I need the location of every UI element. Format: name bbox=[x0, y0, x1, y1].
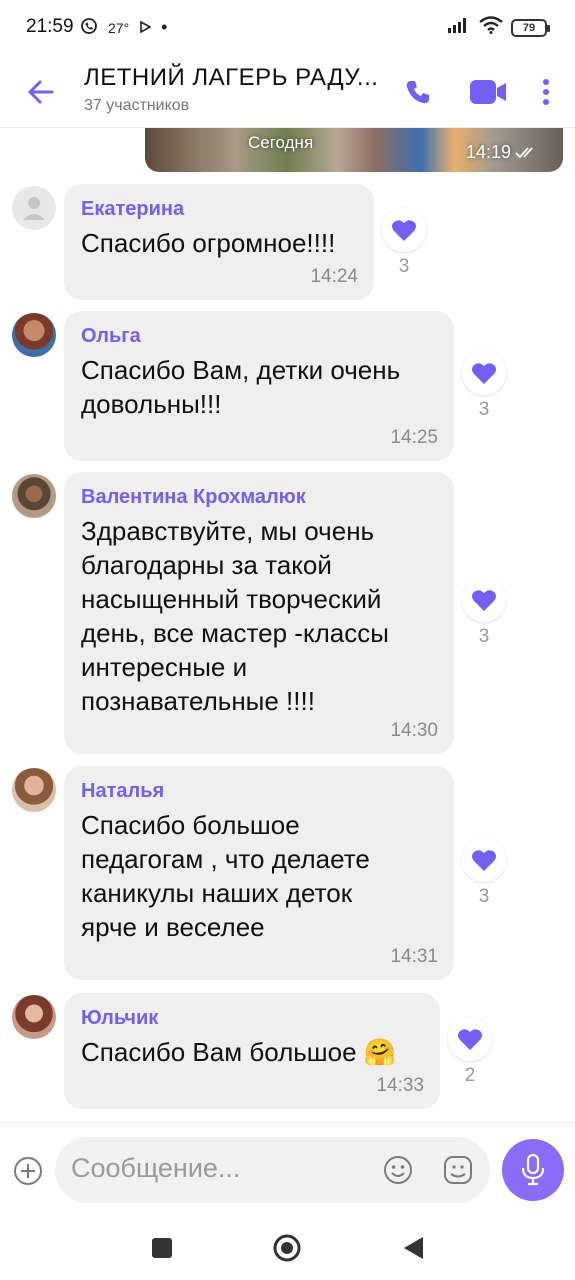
square-icon bbox=[152, 1238, 172, 1258]
message-bubble[interactable]: Валентина Крохмалюк Здравствуйте, мы оче… bbox=[64, 472, 454, 754]
status-time: 21:59 bbox=[26, 16, 74, 37]
message-composer: Сообщение... bbox=[0, 1122, 575, 1218]
more-vertical-icon bbox=[543, 79, 549, 105]
plus-circle-icon bbox=[14, 1157, 42, 1185]
message-time: 14:33 bbox=[376, 1075, 424, 1096]
viber-status-icon bbox=[80, 17, 98, 38]
sticker-icon bbox=[444, 1156, 472, 1184]
photo-time: 14:19 bbox=[466, 142, 537, 163]
triangle-back-icon bbox=[404, 1237, 423, 1259]
video-call-button[interactable] bbox=[468, 72, 508, 112]
back-button[interactable] bbox=[22, 74, 58, 110]
participants-count[interactable]: 37 участников bbox=[84, 97, 189, 115]
back-arrow-icon bbox=[28, 80, 54, 104]
heart-icon bbox=[472, 850, 496, 871]
message-text: Спасибо Вам большое 🤗 bbox=[81, 1037, 397, 1067]
like-button[interactable] bbox=[462, 578, 506, 622]
avatar[interactable] bbox=[12, 768, 56, 812]
like-button[interactable] bbox=[462, 351, 506, 395]
message-item: Екатерина Спасибо огромное!!!! 14:24 3 bbox=[0, 184, 575, 300]
message-text: Спасибо Вам, детки очень довольны!!! bbox=[81, 355, 401, 419]
chat-title[interactable]: ЛЕТНИЙ ЛАГЕРЬ РАДУ... bbox=[84, 64, 378, 92]
home-button[interactable] bbox=[272, 1233, 302, 1263]
message-text: Спасибо огромное!!!! bbox=[81, 228, 336, 258]
message-bubble[interactable]: Юльчик Спасибо Вам большое 🤗 14:33 bbox=[64, 993, 440, 1109]
sticker-button[interactable] bbox=[440, 1152, 476, 1188]
chat-header: ЛЕТНИЙ ЛАГЕРЬ РАДУ... 37 участников bbox=[0, 56, 575, 128]
dot-icon: • bbox=[161, 17, 168, 37]
sender-name[interactable]: Юльчик bbox=[81, 1007, 158, 1030]
back-nav-button[interactable] bbox=[398, 1233, 428, 1263]
message-input[interactable]: Сообщение... bbox=[55, 1137, 490, 1203]
input-placeholder: Сообщение... bbox=[71, 1153, 241, 1183]
status-bar: 21:59 27° • 79 bbox=[0, 0, 575, 56]
like-button[interactable] bbox=[382, 208, 426, 252]
message-text: Здравствуйте, мы очень благодарны за так… bbox=[81, 516, 389, 716]
avatar[interactable] bbox=[12, 313, 56, 357]
system-nav-bar bbox=[0, 1218, 575, 1280]
date-label: Сегодня bbox=[248, 133, 314, 152]
message-time: 14:25 bbox=[390, 427, 438, 448]
like-button[interactable] bbox=[448, 1017, 492, 1061]
avatar[interactable] bbox=[12, 474, 56, 518]
video-icon bbox=[470, 80, 506, 104]
voice-record-button[interactable] bbox=[502, 1139, 564, 1201]
message-time: 14:31 bbox=[390, 946, 438, 967]
like-count: 3 bbox=[398, 256, 410, 277]
microphone-icon bbox=[521, 1153, 545, 1186]
emoji-button[interactable] bbox=[380, 1152, 416, 1188]
recents-button[interactable] bbox=[147, 1233, 177, 1263]
message-bubble[interactable]: Наталья Спасибо большое педагогам , что … bbox=[64, 766, 454, 980]
avatar[interactable] bbox=[12, 186, 56, 230]
message-time: 14:30 bbox=[390, 720, 438, 741]
like-button[interactable] bbox=[462, 838, 506, 882]
battery-icon: 79 bbox=[511, 18, 550, 37]
message-item: Ольга Спасибо Вам, детки очень довольны!… bbox=[0, 311, 575, 461]
temperature: 27° bbox=[108, 19, 130, 36]
default-avatar-icon bbox=[12, 186, 56, 230]
sender-name[interactable]: Ольга bbox=[81, 325, 141, 348]
message-item: Валентина Крохмалюк Здравствуйте, мы оче… bbox=[0, 472, 575, 754]
photo-time-text: 14:19 bbox=[466, 142, 512, 162]
like-count: 3 bbox=[478, 399, 490, 420]
heart-icon bbox=[472, 363, 496, 384]
sender-name[interactable]: Екатерина bbox=[81, 198, 184, 221]
message-time: 14:24 bbox=[310, 266, 358, 287]
phone-icon bbox=[406, 81, 429, 104]
read-check-icon bbox=[515, 146, 533, 158]
sender-name[interactable]: Наталья bbox=[81, 780, 164, 803]
status-icons-left: 27° • bbox=[80, 17, 167, 38]
avatar[interactable] bbox=[12, 995, 56, 1039]
status-icons-right: 79 bbox=[447, 16, 550, 39]
heart-icon bbox=[458, 1029, 482, 1050]
play-status-icon bbox=[139, 20, 152, 36]
message-bubble[interactable]: Ольга Спасибо Вам, детки очень довольны!… bbox=[64, 311, 454, 461]
like-count: 3 bbox=[478, 626, 490, 647]
message-item: Юльчик Спасибо Вам большое 🤗 14:33 2 bbox=[0, 993, 575, 1109]
attach-button[interactable] bbox=[10, 1153, 46, 1189]
message-bubble[interactable]: Екатерина Спасибо огромное!!!! 14:24 bbox=[64, 184, 374, 300]
like-count: 3 bbox=[478, 886, 490, 907]
message-text: Спасибо большое педагогам , что делаете … bbox=[81, 810, 370, 942]
like-count: 2 bbox=[464, 1065, 476, 1086]
signal-icon bbox=[447, 17, 471, 38]
call-button[interactable] bbox=[398, 72, 438, 112]
sender-name[interactable]: Валентина Крохмалюк bbox=[81, 486, 306, 509]
wifi-icon bbox=[479, 16, 503, 39]
heart-icon bbox=[392, 220, 416, 241]
more-menu-button[interactable] bbox=[526, 72, 566, 112]
emoji-icon bbox=[384, 1156, 412, 1184]
circle-icon bbox=[273, 1234, 301, 1262]
heart-icon bbox=[472, 590, 496, 611]
message-item: Наталья Спасибо большое педагогам , что … bbox=[0, 766, 575, 980]
